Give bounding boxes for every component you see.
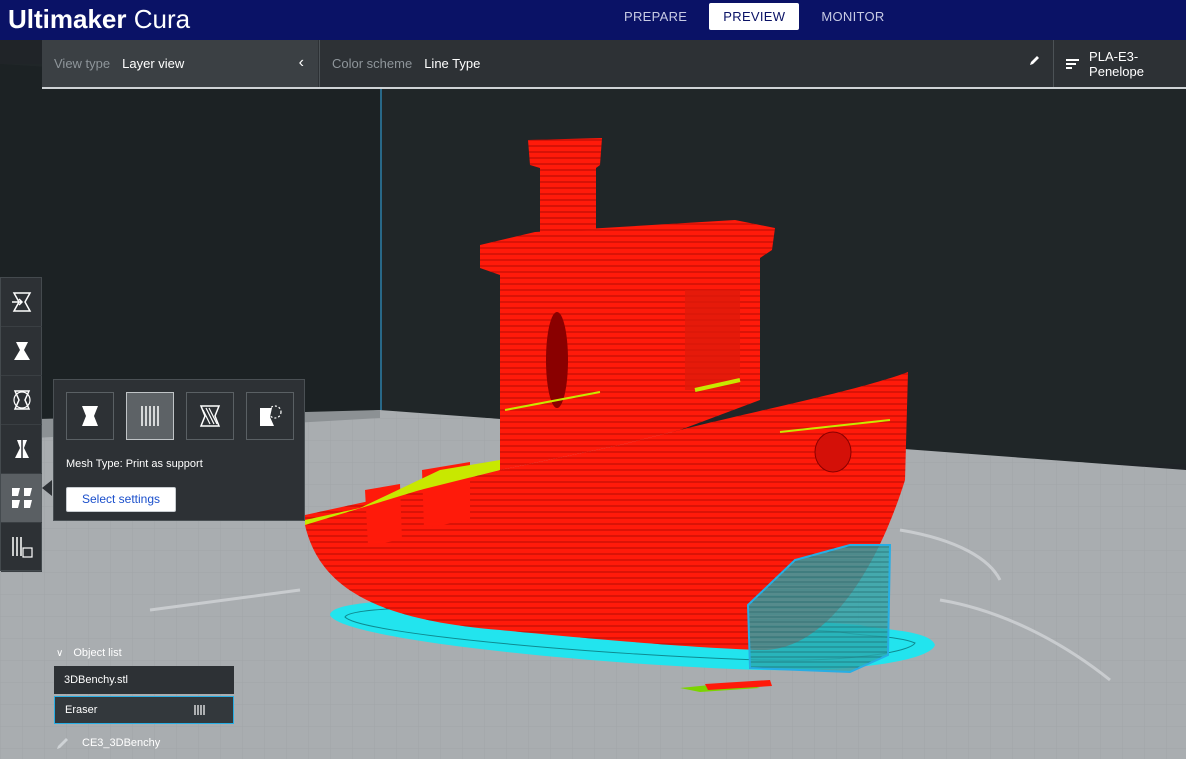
color-scheme-selector[interactable]: Color scheme Line Type xyxy=(319,40,1053,87)
per-model-settings-popup: Mesh Type: Print as support Select setti… xyxy=(53,379,305,521)
color-scheme-value: Line Type xyxy=(424,56,481,71)
app-header: Ultimaker Cura PREPARE PREVIEW MONITOR xyxy=(0,0,1186,40)
print-as-support-button[interactable] xyxy=(126,392,174,440)
chevron-down-icon: ∨ xyxy=(56,647,64,659)
object-list-item[interactable]: 3DBenchy.stl xyxy=(54,666,234,694)
rotate-tool-icon[interactable] xyxy=(1,376,42,425)
object-list-item-selected[interactable]: Eraser xyxy=(54,696,234,724)
color-scheme-label: Color scheme xyxy=(332,56,413,71)
job-name-field[interactable]: CE3_3DBenchy xyxy=(56,736,160,750)
support-mesh-icon xyxy=(141,406,159,426)
material-spool-icon xyxy=(1066,57,1080,71)
scale-tool-icon[interactable] xyxy=(1,327,42,376)
brand-name-bold: Ultimaker xyxy=(8,4,127,34)
normal-model-icon xyxy=(82,406,98,426)
blocker-mesh-icon xyxy=(260,405,282,426)
support-blocker-icon[interactable] xyxy=(1,523,42,572)
material-selector[interactable]: PLA-E3-Penelope xyxy=(1053,40,1186,87)
per-model-settings-icon[interactable] xyxy=(1,474,42,523)
mirror-tool-icon[interactable] xyxy=(1,425,42,474)
normal-model-button[interactable] xyxy=(66,392,114,440)
view-type-selector[interactable]: View type Layer view ‹ xyxy=(42,40,318,87)
material-profile-name: PLA-E3-Penelope xyxy=(1089,48,1144,79)
overlap-mesh-icon xyxy=(199,405,221,427)
job-name: CE3_3DBenchy xyxy=(82,737,161,749)
pencil-icon[interactable] xyxy=(56,736,70,750)
tool-panel-pointer xyxy=(42,480,52,496)
mesh-type-text: Mesh Type: Print as support xyxy=(66,458,203,470)
object-list-item-label: Eraser xyxy=(65,704,98,716)
stage-tabs: PREPARE PREVIEW MONITOR xyxy=(610,3,907,30)
tool-panel xyxy=(0,277,42,572)
tab-monitor[interactable]: MONITOR xyxy=(807,3,898,30)
view-type-value: Layer view xyxy=(122,56,185,71)
modify-overlaps-button[interactable] xyxy=(186,392,234,440)
view-options-bar: View type Layer view ‹ Color scheme Line… xyxy=(42,40,1186,89)
support-blocker-button[interactable] xyxy=(246,392,294,440)
app-logo: Ultimaker Cura xyxy=(8,2,190,36)
view-type-label: View type xyxy=(54,56,111,71)
chevron-left-icon[interactable]: ‹ xyxy=(299,54,304,72)
select-settings-button[interactable]: Select settings xyxy=(66,487,176,512)
move-tool-icon[interactable] xyxy=(1,278,42,327)
brand-name-light: Cura xyxy=(133,4,191,34)
tab-prepare[interactable]: PREPARE xyxy=(610,3,701,30)
object-list-title: Object list xyxy=(73,647,122,659)
tab-preview[interactable]: PREVIEW xyxy=(709,3,800,30)
pencil-icon[interactable] xyxy=(1029,54,1041,66)
object-list-toggle[interactable]: ∨ Object list xyxy=(56,647,122,659)
mesh-type-buttons xyxy=(66,392,306,440)
support-mesh-icon xyxy=(194,705,205,715)
